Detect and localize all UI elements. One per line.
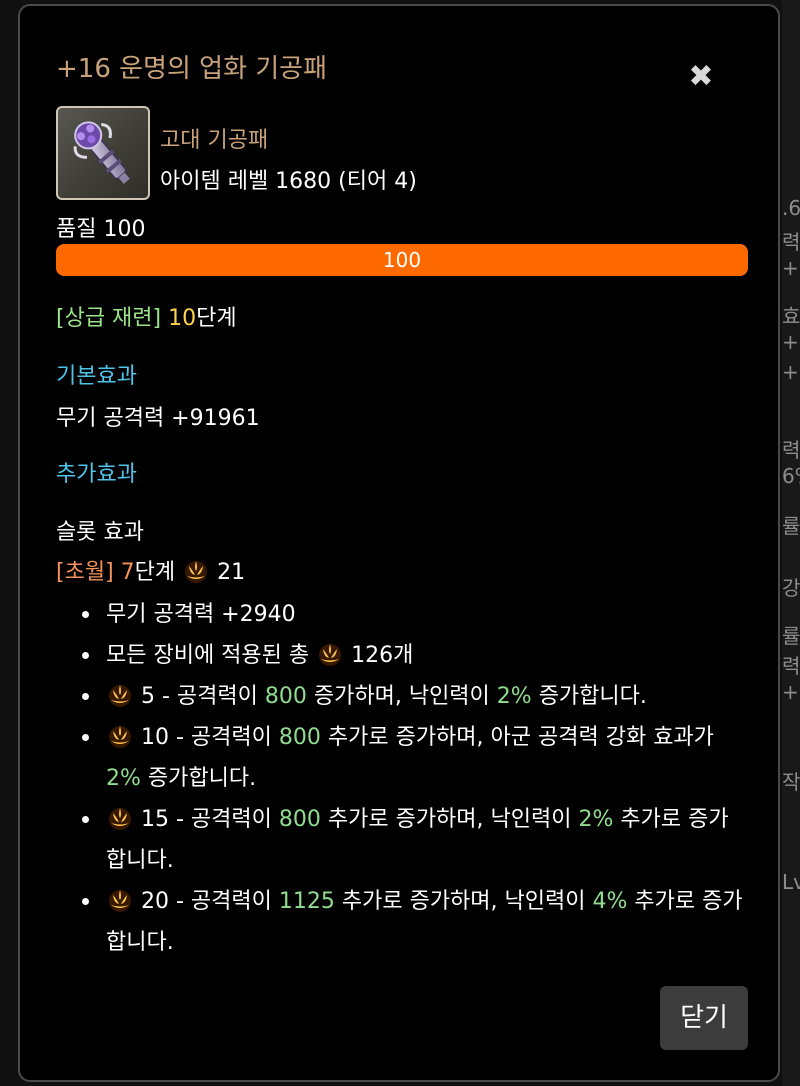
list-item: 무기 공격력 +2940 (56, 594, 746, 635)
engraved-seal-item-icon (56, 106, 150, 200)
refine-level: 10 (168, 306, 197, 331)
tier-text: 5 - 공격력이 (141, 684, 265, 709)
tier-value: 800 (278, 725, 321, 750)
transcendence-bracket: [초월] (56, 560, 114, 585)
item-grade: 고대 기공패 (160, 128, 269, 153)
list-item: 모든 장비에 적용된 총 126개 (56, 635, 746, 676)
refine-suffix: 단계 (196, 306, 237, 331)
item-level: 아이템 레벨 1680 (티어 4) (160, 169, 417, 194)
slot-attack: 무기 공격력 +2940 (106, 602, 296, 627)
bg-fragment: 6% (782, 464, 800, 488)
transcendence-stage-suffix: 단계 (134, 560, 176, 585)
close-button[interactable]: 닫기 (660, 986, 748, 1050)
transcendence-flame-icon (109, 685, 131, 707)
bg-fragment: 효 (782, 304, 800, 328)
item-tooltip-dialog: +16 운명의 업화 기공패 ✖ 고대 기공패 아이템 레벨 1680 (티어 … (18, 4, 780, 1082)
transcendence-points: 21 (217, 560, 246, 585)
total-value: 126개 (351, 643, 414, 668)
transcendence-flame-icon (109, 890, 131, 912)
transcendence-line: [초월] 7단계 21 (56, 554, 245, 586)
transcendence-stage: 7 (120, 560, 135, 585)
transcendence-flame-icon (109, 808, 131, 830)
tier-text: 10 - 공격력이 (141, 725, 279, 750)
tier-text: 증가합니다. (531, 684, 647, 709)
slot-effect-list: 무기 공격력 +2940 모든 장비에 적용된 총 126개 5 - 공격력이 … (56, 594, 746, 963)
tier-percent: 2% (106, 766, 141, 791)
bg-fragment: 률 (782, 514, 800, 538)
tier-value: 800 (278, 807, 321, 832)
bg-fragment: Lv (782, 870, 800, 894)
bg-fragment: .6 (782, 196, 800, 220)
bg-fragment: +2 (782, 680, 800, 704)
tier-text: 15 - 공격력이 (141, 807, 279, 832)
tier-text: 추가로 증가하며, 아군 공격력 강화 효과가 (320, 725, 714, 750)
basic-effect-header: 기본효과 (56, 364, 137, 389)
tier-value: 1125 (278, 889, 335, 914)
tier-percent: 2% (578, 807, 614, 832)
quality-bar-text: 100 (382, 248, 422, 272)
bg-fragment: 강 (782, 576, 800, 600)
list-item: 10 - 공격력이 800 추가로 증가하며, 아군 공격력 강화 효과가 2%… (56, 717, 746, 799)
tier-value: 800 (264, 684, 307, 709)
transcendence-flame-icon (109, 726, 131, 748)
bg-fragment: 률 (782, 624, 800, 648)
list-item: 15 - 공격력이 800 추가로 증가하며, 낙인력이 2% 추가로 증가합니… (56, 799, 746, 881)
tier-text: 증가하며, 낙인력이 (306, 684, 497, 709)
close-icon[interactable]: ✖ (686, 62, 716, 92)
basic-effect-value: 무기 공격력 +91961 (56, 406, 260, 431)
slot-effect-header: 슬롯 효과 (56, 520, 144, 545)
list-item: 5 - 공격력이 800 증가하며, 낙인력이 2% 증가합니다. (56, 676, 746, 717)
quality-bar: 100 (56, 244, 748, 276)
tier-percent: 4% (592, 889, 628, 914)
tier-percent: 2% (496, 684, 532, 709)
tier-text: 추가로 증가하며, 낙인력이 (334, 889, 593, 914)
list-item: 20 - 공격력이 1125 추가로 증가하며, 낙인력이 4% 추가로 증가합… (56, 881, 746, 963)
bg-fragment: +1 (782, 256, 800, 280)
additional-effect-header: 추가효과 (56, 462, 137, 487)
tier-text: 증가합니다. (140, 766, 257, 791)
tier-text: 추가로 증가하며, 낙인력이 (320, 807, 579, 832)
quality-label: 품질 100 (56, 217, 146, 242)
total-prefix: 모든 장비에 적용된 총 (106, 643, 310, 668)
refine-bracket: [상급 재련] (56, 306, 162, 331)
bg-fragment: 력 (782, 438, 800, 462)
background-page: .6 력 +1 효 +1 +9 력 6% 률 강 률 력 +2 작 Lv (782, 0, 800, 1086)
bg-fragment: +9 (782, 360, 800, 384)
tier-text: 20 - 공격력이 (141, 889, 279, 914)
bg-fragment: 력 (782, 230, 800, 254)
refine-line: [상급 재련] 10단계 (56, 300, 237, 332)
bg-fragment: 작 (782, 770, 800, 794)
transcendence-flame-icon (185, 561, 208, 583)
transcendence-flame-icon (319, 644, 342, 666)
bg-fragment: +1 (782, 330, 800, 354)
bg-fragment: 력 (782, 654, 800, 678)
item-title: +16 운명의 업화 기공패 (56, 54, 328, 84)
